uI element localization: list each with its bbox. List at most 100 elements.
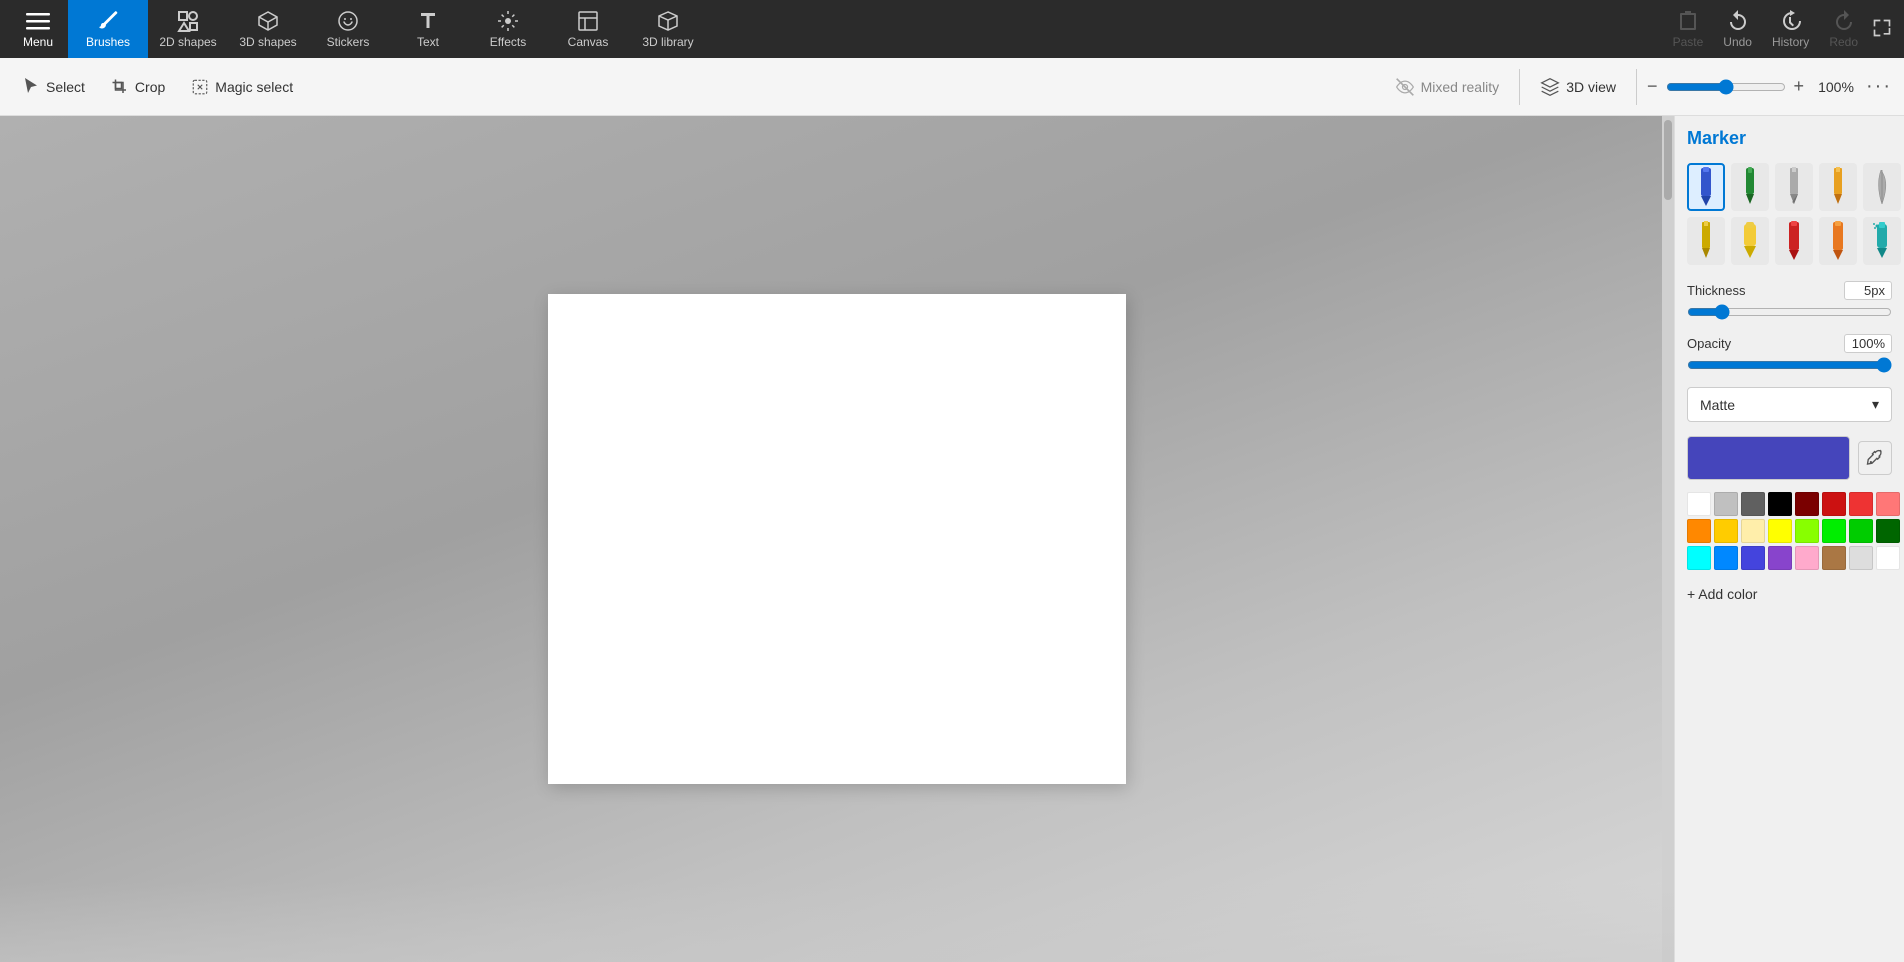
eyedropper-button[interactable] bbox=[1858, 441, 1892, 475]
matte-dropdown[interactable]: Matte ▾ bbox=[1687, 387, 1892, 422]
right-panel: Marker bbox=[1674, 116, 1904, 962]
tool-text-label: Text bbox=[417, 35, 439, 49]
color-cell[interactable] bbox=[1741, 546, 1765, 570]
color-cell[interactable] bbox=[1687, 546, 1711, 570]
opacity-label: Opacity 100% bbox=[1687, 334, 1892, 353]
canvas-area[interactable] bbox=[0, 116, 1674, 962]
color-cell[interactable] bbox=[1795, 546, 1819, 570]
main-tools: Brushes 2D shapes 3D shapes Stickers Tex… bbox=[68, 0, 708, 58]
tool-canvas-label: Canvas bbox=[568, 35, 609, 49]
color-cell[interactable] bbox=[1876, 546, 1900, 570]
zoom-out-button[interactable]: − bbox=[1647, 76, 1658, 97]
zoom-controls: − + 100% bbox=[1647, 76, 1860, 97]
color-cell[interactable] bbox=[1822, 492, 1846, 516]
redo-button[interactable]: Redo bbox=[1829, 9, 1858, 49]
tool-3d-shapes[interactable]: 3D shapes bbox=[228, 0, 308, 58]
separator2 bbox=[1636, 69, 1637, 105]
color-cell[interactable] bbox=[1849, 519, 1873, 543]
undo-label: Undo bbox=[1723, 35, 1752, 49]
color-cell[interactable] bbox=[1714, 519, 1738, 543]
tool-canvas[interactable]: Canvas bbox=[548, 0, 628, 58]
color-cell[interactable] bbox=[1768, 546, 1792, 570]
color-swatch-row bbox=[1687, 436, 1892, 480]
color-palette bbox=[1687, 492, 1892, 570]
selected-color-swatch[interactable] bbox=[1687, 436, 1850, 480]
thickness-label: Thickness 5px bbox=[1687, 281, 1892, 300]
paste-button[interactable]: Paste bbox=[1673, 9, 1704, 49]
zoom-percent: 100% bbox=[1812, 79, 1860, 95]
color-cell[interactable] bbox=[1795, 492, 1819, 516]
thickness-slider[interactable] bbox=[1687, 304, 1892, 320]
tool-effects-label: Effects bbox=[490, 35, 526, 49]
history-label: History bbox=[1772, 35, 1809, 49]
color-cell[interactable] bbox=[1849, 546, 1873, 570]
brush-grid bbox=[1687, 163, 1892, 265]
scrollbar-thumb[interactable] bbox=[1664, 120, 1672, 200]
color-cell[interactable] bbox=[1714, 546, 1738, 570]
view-3d-label: 3D view bbox=[1566, 79, 1616, 95]
brush-highlighter-yellow[interactable] bbox=[1731, 217, 1769, 265]
brush-quill[interactable] bbox=[1863, 163, 1901, 211]
mixed-reality-button[interactable]: Mixed reality bbox=[1385, 71, 1510, 103]
tool-brushes-label: Brushes bbox=[86, 35, 130, 49]
brush-spray[interactable] bbox=[1863, 217, 1901, 265]
magic-select-tool[interactable]: Magic select bbox=[181, 72, 303, 102]
tool-2d-shapes-label: 2D shapes bbox=[159, 35, 216, 49]
more-options-button[interactable]: ··· bbox=[1866, 75, 1892, 98]
color-cell[interactable] bbox=[1822, 519, 1846, 543]
secondary-toolbar: Select Crop Magic select Mixed reality 3… bbox=[0, 58, 1904, 116]
brush-pencil-gray[interactable] bbox=[1775, 163, 1813, 211]
menu-label: Menu bbox=[23, 35, 53, 49]
color-cell[interactable] bbox=[1768, 519, 1792, 543]
brush-pencil-orange[interactable] bbox=[1819, 163, 1857, 211]
menu-button[interactable]: Menu bbox=[8, 0, 68, 58]
top-right-tools: Paste Undo History Redo bbox=[1673, 9, 1858, 49]
history-button[interactable]: History bbox=[1772, 9, 1809, 49]
brush-pen-green[interactable] bbox=[1731, 163, 1769, 211]
zoom-in-button[interactable]: + bbox=[1794, 76, 1805, 97]
crop-tool[interactable]: Crop bbox=[101, 72, 175, 102]
color-cell[interactable] bbox=[1795, 519, 1819, 543]
color-cell[interactable] bbox=[1849, 492, 1873, 516]
color-cell[interactable] bbox=[1876, 519, 1900, 543]
brush-marker-red[interactable] bbox=[1775, 217, 1813, 265]
add-color-button[interactable]: + Add color bbox=[1687, 582, 1892, 606]
redo-label: Redo bbox=[1829, 35, 1858, 49]
color-cell[interactable] bbox=[1876, 492, 1900, 516]
mixed-reality-label: Mixed reality bbox=[1421, 79, 1500, 95]
view-3d-button[interactable]: 3D view bbox=[1530, 71, 1626, 103]
tool-stickers[interactable]: Stickers bbox=[308, 0, 388, 58]
matte-chevron-icon: ▾ bbox=[1872, 396, 1879, 413]
color-cell[interactable] bbox=[1687, 492, 1711, 516]
tool-2d-shapes[interactable]: 2D shapes bbox=[148, 0, 228, 58]
brush-pencil-yellow[interactable] bbox=[1687, 217, 1725, 265]
color-cell[interactable] bbox=[1768, 492, 1792, 516]
main-area: Marker bbox=[0, 116, 1904, 962]
opacity-slider[interactable] bbox=[1687, 357, 1892, 373]
tool-text[interactable]: Text bbox=[388, 0, 468, 58]
thickness-value: 5px bbox=[1844, 281, 1892, 300]
paste-label: Paste bbox=[1673, 35, 1704, 49]
undo-button[interactable]: Undo bbox=[1723, 9, 1752, 49]
color-cell[interactable] bbox=[1714, 492, 1738, 516]
tool-effects[interactable]: Effects bbox=[468, 0, 548, 58]
select-tool[interactable]: Select bbox=[12, 72, 95, 102]
brush-marker-blue[interactable] bbox=[1687, 163, 1725, 211]
brush-marker-orange[interactable] bbox=[1819, 217, 1857, 265]
magic-select-label: Magic select bbox=[215, 79, 293, 95]
zoom-slider[interactable] bbox=[1666, 79, 1786, 95]
select-label: Select bbox=[46, 79, 85, 95]
top-toolbar: Menu Brushes 2D shapes 3D shapes Sticker… bbox=[0, 0, 1904, 58]
tool-brushes[interactable]: Brushes bbox=[68, 0, 148, 58]
opacity-value: 100% bbox=[1844, 334, 1892, 353]
tool-3d-library-label: 3D library bbox=[642, 35, 693, 49]
color-cell[interactable] bbox=[1741, 519, 1765, 543]
vertical-scrollbar[interactable] bbox=[1662, 116, 1674, 962]
tool-3d-library[interactable]: 3D library bbox=[628, 0, 708, 58]
separator bbox=[1519, 69, 1520, 105]
color-cell[interactable] bbox=[1687, 519, 1711, 543]
color-cell[interactable] bbox=[1822, 546, 1846, 570]
expand-button[interactable] bbox=[1868, 14, 1896, 45]
drawing-canvas[interactable] bbox=[548, 294, 1126, 784]
color-cell[interactable] bbox=[1741, 492, 1765, 516]
